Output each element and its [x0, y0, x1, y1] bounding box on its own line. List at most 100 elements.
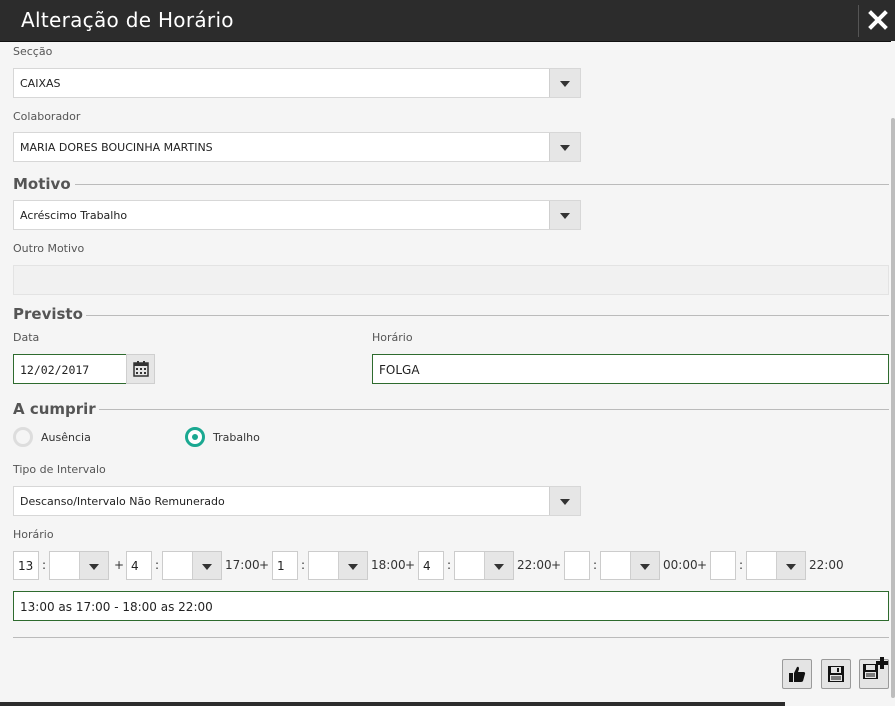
calendar-icon: [133, 361, 149, 377]
duration2-hour-value: 4: [423, 559, 431, 573]
dialog-title: Alteração de Horário: [21, 8, 234, 32]
start-minute-dropdown-button[interactable]: [79, 552, 108, 579]
pause1-minute-dropdown-button[interactable]: [338, 552, 367, 579]
scrollbar-thumb[interactable]: [891, 118, 895, 698]
colon-separator: :: [301, 558, 306, 572]
previsto-section-title: Previsto: [13, 305, 83, 323]
plus-sign: +: [114, 558, 125, 572]
start-hour-input[interactable]: 13: [13, 551, 39, 580]
seccao-label: Secção: [13, 45, 53, 58]
plus-sign: +: [697, 558, 708, 572]
pause1-minute-select[interactable]: [308, 551, 368, 580]
motivo-value: Acréscimo Trabalho: [20, 209, 128, 222]
duration2-minute-dropdown-button[interactable]: [484, 552, 513, 579]
chevron-down-icon: [560, 81, 570, 87]
chevron-down-icon: [560, 145, 570, 151]
duration1-hour-value: 4: [131, 559, 139, 573]
colon-separator: :: [447, 558, 452, 572]
footer-divider: [13, 637, 889, 638]
plus-sign: +: [551, 558, 562, 572]
close-icon: [868, 10, 888, 30]
duration1-minute-select[interactable]: [162, 551, 222, 580]
motivo-dropdown-button[interactable]: [549, 201, 580, 229]
close-separator: [858, 5, 859, 37]
colaborador-dropdown-button[interactable]: [549, 133, 580, 161]
save-new-icon: [863, 657, 888, 679]
colaborador-label: Colaborador: [13, 110, 81, 123]
pause1-hour-value: 1: [277, 559, 285, 573]
duration1-hour-input[interactable]: 4: [126, 551, 152, 580]
tipo-intervalo-value: Descanso/Intervalo Não Remunerado: [20, 495, 225, 508]
calendar-button[interactable]: [126, 354, 155, 384]
start-hour-value: 13: [18, 559, 34, 573]
pause1-hour-input[interactable]: 1: [272, 551, 298, 580]
ausencia-radio-label[interactable]: Ausência: [41, 431, 91, 444]
ausencia-radio[interactable]: [13, 427, 33, 447]
colaborador-select[interactable]: MARIA DORES BOUCINHA MARTINS: [13, 132, 581, 162]
tipo-intervalo-label: Tipo de Intervalo: [13, 463, 106, 476]
close-button[interactable]: [864, 6, 892, 34]
previsto-divider: [86, 315, 889, 316]
previsto-horario-value: FOLGA: [379, 363, 420, 377]
seccao-dropdown-button[interactable]: [549, 69, 580, 97]
outro-motivo-label: Outro Motivo: [13, 242, 85, 255]
time4-label: 00:00: [663, 558, 698, 572]
tipo-intervalo-dropdown-button[interactable]: [549, 487, 580, 515]
a-cumprir-section-title: A cumprir: [13, 400, 96, 418]
trabalho-radio-label[interactable]: Trabalho: [213, 431, 260, 444]
plus-sign: +: [259, 558, 270, 572]
chevron-down-icon: [494, 563, 504, 570]
bottom-bar: [0, 702, 785, 706]
duration3-minute-select[interactable]: [746, 551, 806, 580]
previsto-horario-label: Horário: [372, 331, 413, 344]
save-button[interactable]: [821, 659, 851, 689]
thumbs-up-icon: [789, 666, 806, 682]
pause2-hour-input[interactable]: [564, 551, 590, 580]
pause2-minute-dropdown-button[interactable]: [630, 552, 659, 579]
chevron-down-icon: [348, 563, 358, 570]
a-cumprir-divider: [99, 409, 889, 410]
trabalho-radio[interactable]: [185, 427, 205, 447]
save-new-button[interactable]: [859, 657, 889, 689]
a-cumprir-horario-label: Horário: [13, 528, 54, 541]
duration3-hour-input[interactable]: [710, 551, 736, 580]
chevron-down-icon: [560, 213, 570, 219]
colon-separator: :: [593, 558, 598, 572]
approve-button[interactable]: [782, 659, 812, 689]
title-bar: Alteração de Horário: [0, 0, 895, 42]
chevron-down-icon: [640, 563, 650, 570]
chevron-down-icon: [560, 499, 570, 505]
motivo-section-title: Motivo: [13, 175, 71, 193]
data-label: Data: [13, 331, 40, 344]
time5-label: 22:00: [809, 558, 844, 572]
seccao-value: CAIXAS: [20, 77, 61, 90]
duration2-hour-input[interactable]: 4: [418, 551, 444, 580]
save-icon: [828, 666, 844, 682]
tipo-intervalo-select[interactable]: Descanso/Intervalo Não Remunerado: [13, 486, 581, 516]
chevron-down-icon: [786, 563, 796, 570]
time1-label: 17:00: [225, 558, 260, 572]
colon-separator: :: [155, 558, 160, 572]
chevron-down-icon: [89, 563, 99, 570]
start-minute-select[interactable]: [49, 551, 109, 580]
data-value: 12/02/2017: [20, 363, 90, 377]
colon-separator: :: [739, 558, 744, 572]
motivo-select[interactable]: Acréscimo Trabalho: [13, 200, 581, 230]
plus-sign: +: [405, 558, 416, 572]
colon-separator: :: [42, 558, 47, 572]
pause2-minute-select[interactable]: [600, 551, 660, 580]
colaborador-value: MARIA DORES BOUCINHA MARTINS: [20, 141, 213, 154]
outro-motivo-input[interactable]: [13, 265, 889, 295]
motivo-divider: [75, 184, 889, 185]
seccao-select[interactable]: CAIXAS: [13, 68, 581, 98]
time2-label: 18:00: [371, 558, 406, 572]
duration1-minute-dropdown-button[interactable]: [192, 552, 221, 579]
schedule-summary-value: 13:00 as 17:00 - 18:00 as 22:00: [20, 600, 213, 614]
previsto-horario-input[interactable]: FOLGA: [372, 354, 889, 384]
data-input[interactable]: 12/02/2017: [13, 354, 127, 384]
duration2-minute-select[interactable]: [454, 551, 514, 580]
time3-label: 22:00: [517, 558, 552, 572]
schedule-summary-input[interactable]: 13:00 as 17:00 - 18:00 as 22:00: [13, 591, 889, 621]
chevron-down-icon: [202, 563, 212, 570]
duration3-minute-dropdown-button[interactable]: [776, 552, 805, 579]
